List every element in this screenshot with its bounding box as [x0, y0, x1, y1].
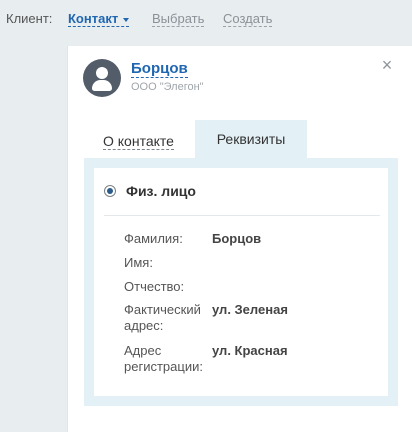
tab-requisites[interactable]: Реквизиты	[195, 120, 307, 158]
requisites-content: Физ. лицо Фамилия: Борцов Имя: Отчество:…	[94, 168, 388, 396]
field-label-actual-address: Фактический адрес:	[124, 302, 201, 333]
field-label-surname: Фамилия:	[124, 231, 183, 246]
contact-name-link[interactable]: Борцов	[131, 61, 188, 78]
contact-dropdown-label: Контакт	[68, 11, 119, 26]
create-link[interactable]: Создать	[223, 11, 273, 27]
top-bar: Клиент: Контакт Выбрать Создать	[0, 0, 412, 46]
contact-dropdown[interactable]: Контакт	[68, 11, 130, 27]
contact-card: Борцов ООО "Элегон" × О контакте Реквизи…	[67, 46, 412, 432]
user-icon	[96, 67, 108, 79]
chevron-down-icon	[123, 17, 130, 22]
field-value-surname: Борцов	[212, 231, 262, 246]
client-label: Клиент:	[6, 11, 53, 26]
field-label-patronymic: Отчество:	[124, 279, 185, 294]
tab-about-contact[interactable]: О контакте	[103, 133, 174, 150]
close-icon[interactable]: ×	[380, 56, 394, 74]
divider	[104, 215, 380, 216]
field-label-registration-address: Адрес регистрации:	[124, 343, 203, 374]
company-name: ООО "Элегон"	[131, 81, 204, 93]
person-type-label: Физ. лицо	[126, 183, 196, 199]
field-value-registration-address: ул. Красная	[212, 343, 288, 358]
avatar	[83, 59, 121, 97]
field-value-actual-address: ул. Зеленая	[212, 302, 288, 317]
select-link[interactable]: Выбрать	[152, 11, 205, 27]
field-label-name: Имя:	[124, 255, 153, 270]
requisites-panel: Физ. лицо Фамилия: Борцов Имя: Отчество:…	[84, 158, 398, 406]
person-type-radio[interactable]	[104, 185, 116, 197]
